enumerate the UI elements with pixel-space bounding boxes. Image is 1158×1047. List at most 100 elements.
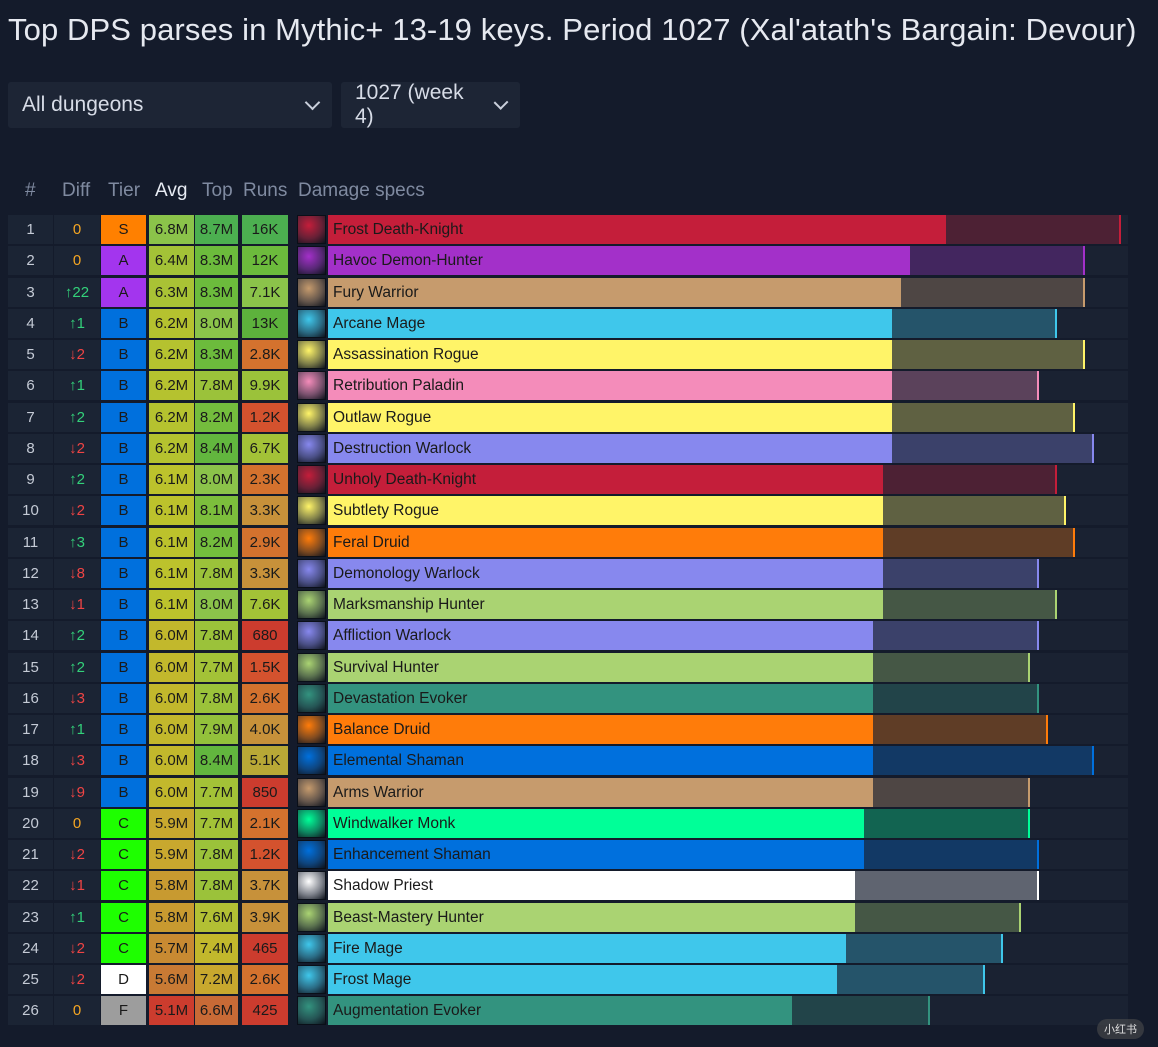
table-row[interactable]: 12 ↓8 B 6.1M 7.8M 3.3K Demonology Warlock <box>8 558 1128 588</box>
header-diff[interactable]: Diff <box>62 180 90 202</box>
feral-druid-icon <box>297 527 326 557</box>
spec-name[interactable]: Fire Mage <box>333 934 403 963</box>
header-rank[interactable]: # <box>25 180 36 202</box>
spec-bar-track: Assassination Rogue <box>328 340 1128 369</box>
table-row[interactable]: 9 ↑2 B 6.1M 8.0M 2.3K Unholy Death-Knight <box>8 465 1128 494</box>
table-row[interactable]: 21 ↓2 C 5.9M 7.8M 1.2K Enhancement Shaman <box>8 840 1128 869</box>
spec-name[interactable]: Fury Warrior <box>333 278 419 307</box>
spec-name[interactable]: Elemental Shaman <box>333 746 464 775</box>
diff-cell: ↓8 <box>54 558 100 588</box>
table-row[interactable]: 7 ↑2 B 6.2M 8.2M 1.2K Outlaw Rogue <box>8 402 1128 432</box>
top-cell: 7.7M <box>195 808 238 838</box>
period-select[interactable]: 1027 (week 4) <box>341 81 520 128</box>
rank-cell: 26 <box>8 996 53 1026</box>
diff-cell: ↓3 <box>54 683 100 713</box>
spec-bar-track: Elemental Shaman <box>328 746 1128 776</box>
spec-bar-track: Affliction Warlock <box>328 621 1128 651</box>
table-row[interactable]: 26 0 F 5.1M 6.6M 425 Augmentation Evoker <box>8 996 1128 1026</box>
spec-name[interactable]: Shadow Priest <box>333 871 433 900</box>
avg-cell: 6.1M <box>149 465 194 494</box>
header-tier[interactable]: Tier <box>108 180 140 202</box>
spec-name[interactable]: Enhancement Shaman <box>333 840 491 869</box>
spec-name[interactable]: Augmentation Evoker <box>333 996 481 1025</box>
table-row[interactable]: 22 ↓1 C 5.8M 7.8M 3.7K Shadow Priest <box>8 871 1128 901</box>
table-row[interactable]: 20 0 C 5.9M 7.7M 2.1K Windwalker Monk <box>8 808 1128 838</box>
spec-name[interactable]: Arms Warrior <box>333 778 424 807</box>
spec-name[interactable]: Frost Mage <box>333 965 411 994</box>
tier-badge: B <box>101 621 146 651</box>
chevron-down-icon <box>304 94 321 110</box>
frost-death-knight-icon <box>297 215 326 244</box>
table-row[interactable]: 1 0 S 6.8M 8.7M 16K Frost Death-Knight <box>8 215 1128 244</box>
table-row[interactable]: 11 ↑3 B 6.1M 8.2M 2.9K Feral Druid <box>8 527 1128 557</box>
table-row[interactable]: 17 ↑1 B 6.0M 7.9M 4.0K Balance Druid <box>8 715 1128 744</box>
avg-cell: 6.1M <box>149 527 194 557</box>
top-cell: 7.8M <box>195 558 238 588</box>
header-runs[interactable]: Runs <box>243 180 287 202</box>
rank-cell: 22 <box>8 871 53 901</box>
runs-cell: 2.1K <box>242 808 288 838</box>
table-row[interactable]: 6 ↑1 B 6.2M 7.8M 9.9K Retribution Paladin <box>8 371 1128 401</box>
spec-name[interactable]: Beast-Mastery Hunter <box>333 903 484 932</box>
spec-name[interactable]: Balance Druid <box>333 715 430 744</box>
spec-name[interactable]: Havoc Demon-Hunter <box>333 246 483 275</box>
diff-cell: ↑2 <box>54 402 100 432</box>
table-row[interactable]: 23 ↑1 C 5.8M 7.6M 3.9K Beast-Mastery Hunter <box>8 902 1128 932</box>
tier-badge: B <box>101 433 146 463</box>
table-row[interactable]: 13 ↓1 B 6.1M 8.0M 7.6K Marksmanship Hunter <box>8 590 1128 619</box>
table-row[interactable]: 25 ↓2 D 5.6M 7.2M 2.6K Frost Mage <box>8 965 1128 994</box>
diff-cell: ↓9 <box>54 777 100 807</box>
diff-cell: ↓1 <box>54 871 100 901</box>
top-cell: 7.7M <box>195 652 238 682</box>
header-top[interactable]: Top <box>202 180 233 202</box>
spec-name[interactable]: Retribution Paladin <box>333 371 464 400</box>
spec-name[interactable]: Arcane Mage <box>333 309 425 338</box>
spec-name[interactable]: Frost Death-Knight <box>333 215 463 244</box>
table-row[interactable]: 8 ↓2 B 6.2M 8.4M 6.7K Destruction Warlock <box>8 433 1128 463</box>
runs-cell: 6.7K <box>242 433 288 463</box>
avg-cell: 6.2M <box>149 308 194 338</box>
spec-name[interactable]: Subtlety Rogue <box>333 496 439 525</box>
rank-cell: 23 <box>8 902 53 932</box>
spec-bar-track: Devastation Evoker <box>328 683 1128 713</box>
avg-cell: 6.4M <box>149 246 194 276</box>
tier-badge: B <box>101 527 146 557</box>
spec-name[interactable]: Marksmanship Hunter <box>333 590 485 619</box>
table-row[interactable]: 5 ↓2 B 6.2M 8.3M 2.8K Assassination Rogue <box>8 340 1128 369</box>
spec-name[interactable]: Destruction Warlock <box>333 434 471 463</box>
spec-name[interactable]: Devastation Evoker <box>333 684 467 713</box>
tier-badge: B <box>101 308 146 338</box>
spec-name[interactable]: Feral Druid <box>333 528 410 557</box>
table-row[interactable]: 18 ↓3 B 6.0M 8.4M 5.1K Elemental Shaman <box>8 746 1128 776</box>
table-row[interactable]: 19 ↓9 B 6.0M 7.7M 850 Arms Warrior <box>8 777 1128 807</box>
table-row[interactable]: 4 ↑1 B 6.2M 8.0M 13K Arcane Mage <box>8 308 1128 338</box>
table-row[interactable]: 2 0 A 6.4M 8.3M 12K Havoc Demon-Hunter <box>8 246 1128 276</box>
tier-badge: C <box>101 840 146 869</box>
spec-name[interactable]: Survival Hunter <box>333 653 439 682</box>
runs-cell: 12K <box>242 246 288 276</box>
table-row[interactable]: 14 ↑2 B 6.0M 7.8M 680 Affliction Warlock <box>8 621 1128 651</box>
spec-name[interactable]: Outlaw Rogue <box>333 403 431 432</box>
spec-bar-track: Frost Death-Knight <box>328 215 1128 244</box>
table-row[interactable]: 16 ↓3 B 6.0M 7.8M 2.6K Devastation Evoker <box>8 683 1128 713</box>
spec-name[interactable]: Assassination Rogue <box>333 340 479 369</box>
rank-cell: 25 <box>8 965 53 994</box>
spec-name[interactable]: Unholy Death-Knight <box>333 465 476 494</box>
table-row[interactable]: 24 ↓2 C 5.7M 7.4M 465 Fire Mage <box>8 933 1128 963</box>
spec-bar-track: Frost Mage <box>328 965 1128 994</box>
spec-name[interactable]: Demonology Warlock <box>333 559 480 588</box>
top-cell: 8.1M <box>195 496 238 526</box>
spec-bar-track: Augmentation Evoker <box>328 996 1128 1026</box>
spec-bar-track: Fury Warrior <box>328 277 1128 307</box>
dungeon-select[interactable]: All dungeons <box>8 82 332 128</box>
spec-name[interactable]: Windwalker Monk <box>333 809 455 838</box>
table-row[interactable]: 10 ↓2 B 6.1M 8.1M 3.3K Subtlety Rogue <box>8 496 1128 526</box>
rank-cell: 7 <box>8 402 53 432</box>
table-row[interactable]: 15 ↑2 B 6.0M 7.7M 1.5K Survival Hunter <box>8 652 1128 682</box>
spec-name[interactable]: Affliction Warlock <box>333 621 451 650</box>
spec-bar-track: Subtlety Rogue <box>328 496 1128 526</box>
avg-cell: 6.8M <box>149 215 194 244</box>
header-avg[interactable]: Avg <box>155 180 187 202</box>
table-row[interactable]: 3 ↑22 A 6.3M 8.3M 7.1K Fury Warrior <box>8 277 1128 307</box>
tier-badge: S <box>101 215 146 244</box>
